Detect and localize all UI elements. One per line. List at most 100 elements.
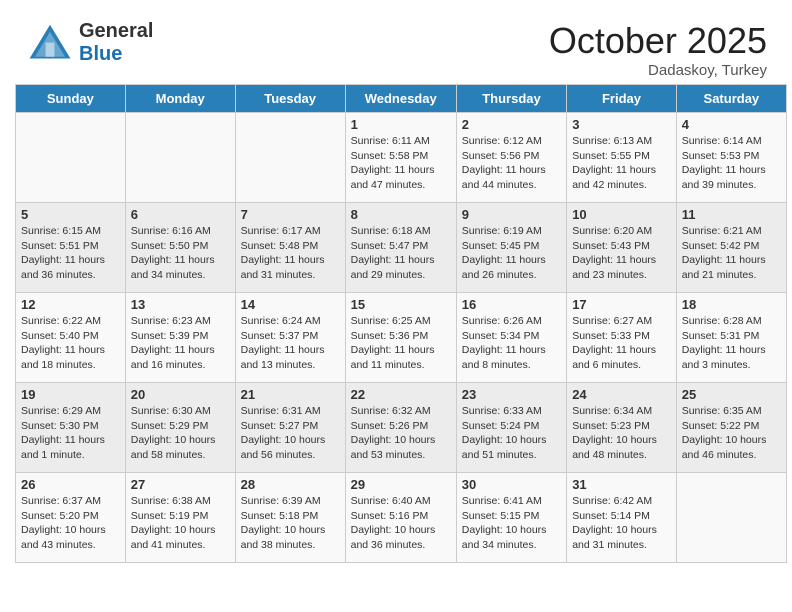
day-number: 15 [351, 297, 451, 312]
week-row-5: 26 Sunrise: 6:37 AM Sunset: 5:20 PM Dayli… [16, 473, 787, 563]
cell-content: Sunrise: 6:17 AM Sunset: 5:48 PM Dayligh… [241, 224, 340, 283]
calendar-cell: 23 Sunrise: 6:33 AM Sunset: 5:24 PM Dayli… [456, 383, 566, 473]
logo: General Blue [25, 20, 153, 66]
cell-content: Sunrise: 6:35 AM Sunset: 5:22 PM Dayligh… [682, 404, 781, 463]
day-number: 27 [131, 477, 230, 492]
day-number: 6 [131, 207, 230, 222]
cell-content: Sunrise: 6:26 AM Sunset: 5:34 PM Dayligh… [462, 314, 561, 373]
cell-content: Sunrise: 6:42 AM Sunset: 5:14 PM Dayligh… [572, 494, 671, 553]
calendar-cell: 7Sunrise: 6:17 AM Sunset: 5:48 PM Daylig… [235, 203, 345, 293]
calendar-cell: 25 Sunrise: 6:35 AM Sunset: 5:22 PM Dayli… [676, 383, 786, 473]
calendar-cell: 18 Sunrise: 6:28 AM Sunset: 5:31 PM Dayli… [676, 293, 786, 383]
weekday-header-wednesday: Wednesday [345, 85, 456, 113]
day-number: 18 [682, 297, 781, 312]
day-number: 16 [462, 297, 561, 312]
day-number: 29 [351, 477, 451, 492]
day-number: 13 [131, 297, 230, 312]
day-number: 25 [682, 387, 781, 402]
day-number: 1 [351, 117, 451, 132]
day-number: 12 [21, 297, 120, 312]
calendar-cell [125, 113, 235, 203]
calendar-cell: 17 Sunrise: 6:27 AM Sunset: 5:33 PM Dayli… [567, 293, 677, 383]
calendar-cell: 26 Sunrise: 6:37 AM Sunset: 5:20 PM Dayli… [16, 473, 126, 563]
calendar-cell: 24Sunrise: 6:34 AM Sunset: 5:23 PM Dayli… [567, 383, 677, 473]
calendar-cell [676, 473, 786, 563]
cell-content: Sunrise: 6:13 AM Sunset: 5:55 PM Dayligh… [572, 134, 671, 193]
page-header: General Blue October 2025 Dadaskoy, Turk… [10, 10, 782, 84]
weekday-header-friday: Friday [567, 85, 677, 113]
cell-content: Sunrise: 6:14 AM Sunset: 5:53 PM Dayligh… [682, 134, 781, 193]
cell-content: Sunrise: 6:29 AM Sunset: 5:30 PM Dayligh… [21, 404, 120, 463]
cell-content: Sunrise: 6:24 AM Sunset: 5:37 PM Dayligh… [241, 314, 340, 373]
calendar-cell: 30 Sunrise: 6:41 AM Sunset: 5:15 PM Dayli… [456, 473, 566, 563]
day-number: 30 [462, 477, 561, 492]
cell-content: Sunrise: 6:16 AM Sunset: 5:50 PM Dayligh… [131, 224, 230, 283]
cell-content: Sunrise: 6:21 AM Sunset: 5:42 PM Dayligh… [682, 224, 781, 283]
cell-content: Sunrise: 6:28 AM Sunset: 5:31 PM Dayligh… [682, 314, 781, 373]
week-row-2: 5 Sunrise: 6:15 AM Sunset: 5:51 PM Daylig… [16, 203, 787, 293]
calendar-cell: 8 Sunrise: 6:18 AM Sunset: 5:47 PM Daylig… [345, 203, 456, 293]
day-number: 4 [682, 117, 781, 132]
calendar-cell: 19Sunrise: 6:29 AM Sunset: 5:30 PM Dayli… [16, 383, 126, 473]
day-number: 11 [682, 207, 781, 222]
day-number: 28 [241, 477, 340, 492]
cell-content: Sunrise: 6:32 AM Sunset: 5:26 PM Dayligh… [351, 404, 451, 463]
cell-content: Sunrise: 6:33 AM Sunset: 5:24 PM Dayligh… [462, 404, 561, 463]
weekday-header-sunday: Sunday [16, 85, 126, 113]
day-number: 14 [241, 297, 340, 312]
calendar-cell: 10Sunrise: 6:20 AM Sunset: 5:43 PM Dayli… [567, 203, 677, 293]
calendar-cell: 4 Sunrise: 6:14 AM Sunset: 5:53 PM Daylig… [676, 113, 786, 203]
calendar-cell: 16 Sunrise: 6:26 AM Sunset: 5:34 PM Dayli… [456, 293, 566, 383]
logo-icon [25, 23, 75, 63]
day-number: 17 [572, 297, 671, 312]
calendar-cell: 2Sunrise: 6:12 AM Sunset: 5:56 PM Daylig… [456, 113, 566, 203]
weekday-header-tuesday: Tuesday [235, 85, 345, 113]
calendar-cell: 27Sunrise: 6:38 AM Sunset: 5:19 PM Dayli… [125, 473, 235, 563]
cell-content: Sunrise: 6:37 AM Sunset: 5:20 PM Dayligh… [21, 494, 120, 553]
calendar-cell: 14 Sunrise: 6:24 AM Sunset: 5:37 PM Dayli… [235, 293, 345, 383]
calendar-cell: 1 Sunrise: 6:11 AM Sunset: 5:58 PM Daylig… [345, 113, 456, 203]
cell-content: Sunrise: 6:19 AM Sunset: 5:45 PM Dayligh… [462, 224, 561, 283]
day-number: 31 [572, 477, 671, 492]
calendar-cell: 29 Sunrise: 6:40 AM Sunset: 5:16 PM Dayli… [345, 473, 456, 563]
day-number: 5 [21, 207, 120, 222]
cell-content: Sunrise: 6:30 AM Sunset: 5:29 PM Dayligh… [131, 404, 230, 463]
cell-content: Sunrise: 6:41 AM Sunset: 5:15 PM Dayligh… [462, 494, 561, 553]
calendar-cell: 6 Sunrise: 6:16 AM Sunset: 5:50 PM Daylig… [125, 203, 235, 293]
day-number: 8 [351, 207, 451, 222]
day-number: 23 [462, 387, 561, 402]
logo-general-text: General [79, 20, 153, 43]
weekday-header-row: SundayMondayTuesdayWednesdayThursdayFrid… [16, 85, 787, 113]
logo-blue-text: Blue [79, 43, 153, 66]
calendar-cell: 9 Sunrise: 6:19 AM Sunset: 5:45 PM Daylig… [456, 203, 566, 293]
cell-content: Sunrise: 6:27 AM Sunset: 5:33 PM Dayligh… [572, 314, 671, 373]
cell-content: Sunrise: 6:18 AM Sunset: 5:47 PM Dayligh… [351, 224, 451, 283]
calendar-cell: 20 Sunrise: 6:30 AM Sunset: 5:29 PM Dayli… [125, 383, 235, 473]
cell-content: Sunrise: 6:11 AM Sunset: 5:58 PM Dayligh… [351, 134, 451, 193]
calendar-cell: 21Sunrise: 6:31 AM Sunset: 5:27 PM Dayli… [235, 383, 345, 473]
cell-content: Sunrise: 6:15 AM Sunset: 5:51 PM Dayligh… [21, 224, 120, 283]
calendar-cell: 28 Sunrise: 6:39 AM Sunset: 5:18 PM Dayli… [235, 473, 345, 563]
cell-content: Sunrise: 6:20 AM Sunset: 5:43 PM Dayligh… [572, 224, 671, 283]
day-number: 26 [21, 477, 120, 492]
cell-content: Sunrise: 6:39 AM Sunset: 5:18 PM Dayligh… [241, 494, 340, 553]
calendar-cell: 31 Sunrise: 6:42 AM Sunset: 5:14 PM Dayli… [567, 473, 677, 563]
calendar-cell: 22Sunrise: 6:32 AM Sunset: 5:26 PM Dayli… [345, 383, 456, 473]
calendar-cell: 13Sunrise: 6:23 AM Sunset: 5:39 PM Dayli… [125, 293, 235, 383]
calendar-cell: 15Sunrise: 6:25 AM Sunset: 5:36 PM Dayli… [345, 293, 456, 383]
day-number: 20 [131, 387, 230, 402]
day-number: 3 [572, 117, 671, 132]
week-row-1: 1 Sunrise: 6:11 AM Sunset: 5:58 PM Daylig… [16, 113, 787, 203]
cell-content: Sunrise: 6:22 AM Sunset: 5:40 PM Dayligh… [21, 314, 120, 373]
month-title: October 2025 [549, 20, 767, 62]
calendar-table: SundayMondayTuesdayWednesdayThursdayFrid… [15, 84, 787, 563]
calendar-cell: 5 Sunrise: 6:15 AM Sunset: 5:51 PM Daylig… [16, 203, 126, 293]
title-block: October 2025 Dadaskoy, Turkey [549, 20, 767, 79]
weekday-header-thursday: Thursday [456, 85, 566, 113]
day-number: 9 [462, 207, 561, 222]
day-number: 2 [462, 117, 561, 132]
calendar-cell: 3 Sunrise: 6:13 AM Sunset: 5:55 PM Daylig… [567, 113, 677, 203]
calendar-cell: 11 Sunrise: 6:21 AM Sunset: 5:42 PM Dayli… [676, 203, 786, 293]
weekday-header-saturday: Saturday [676, 85, 786, 113]
cell-content: Sunrise: 6:40 AM Sunset: 5:16 PM Dayligh… [351, 494, 451, 553]
